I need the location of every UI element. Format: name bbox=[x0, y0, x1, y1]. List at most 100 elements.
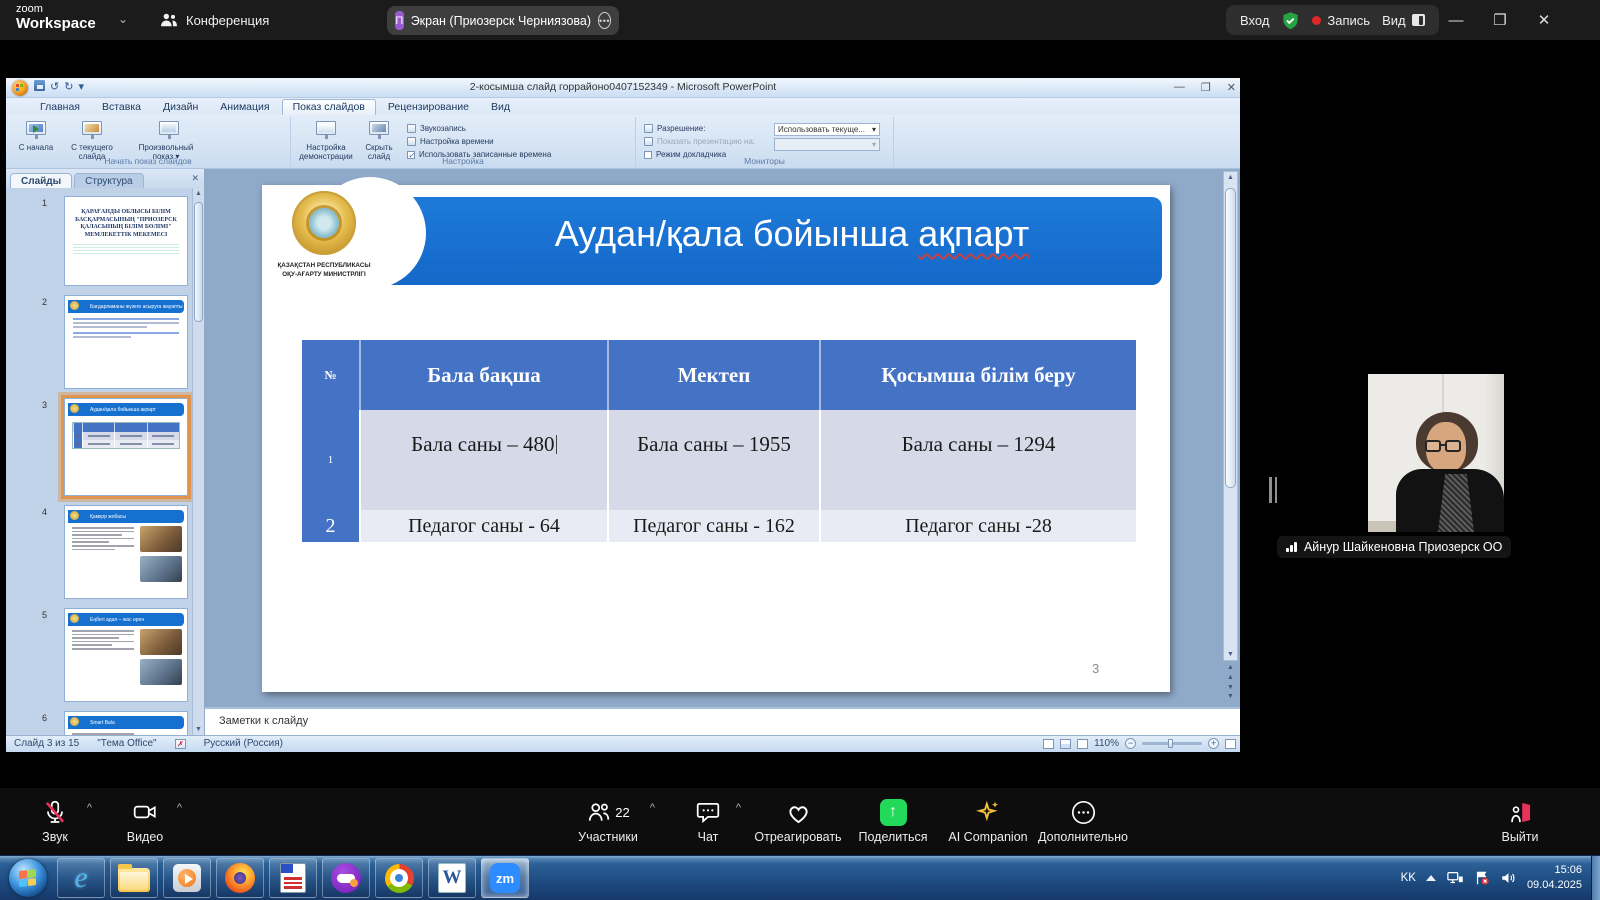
notes-pane[interactable]: Заметки к слайду bbox=[205, 707, 1240, 735]
participant-video-tile[interactable] bbox=[1368, 374, 1504, 532]
slide-thumbnail-5[interactable]: Еңбегі адал – жас өрен bbox=[64, 608, 188, 702]
slide-scrollbar[interactable]: ▲ ▼ bbox=[1223, 171, 1238, 661]
tab-glavnaya[interactable]: Главная bbox=[30, 100, 90, 115]
restore-button[interactable]: ❐ bbox=[1478, 11, 1522, 29]
ppt-close-button[interactable]: ✕ bbox=[1227, 81, 1236, 94]
taskbar-document-app[interactable] bbox=[269, 858, 317, 898]
rehearse-timings-option[interactable]: Настройка времени bbox=[407, 135, 551, 148]
normal-view-icon[interactable] bbox=[1043, 739, 1054, 749]
row1-num[interactable]: 1 bbox=[302, 410, 360, 510]
screen-tab-more-icon[interactable]: ••• bbox=[598, 12, 611, 29]
start-button[interactable] bbox=[4, 858, 52, 898]
pane-scrollbar[interactable]: ▲ ▼ bbox=[192, 188, 204, 735]
previous-slide-button[interactable]: ▲▲ bbox=[1223, 663, 1238, 683]
chat-chevron-icon[interactable]: ^ bbox=[736, 802, 741, 814]
speaker-icon[interactable] bbox=[1500, 870, 1517, 886]
react-button[interactable]: Отреагировать bbox=[743, 796, 853, 844]
zoom-in-button[interactable]: + bbox=[1208, 738, 1219, 749]
slide-thumbnail-6[interactable]: Smart Bala bbox=[64, 711, 188, 735]
minimize-button[interactable]: — bbox=[1434, 12, 1478, 29]
video-chevron-icon[interactable]: ^ bbox=[177, 802, 182, 814]
participants-button[interactable]: 22 ^ Участники bbox=[553, 796, 663, 844]
row1-kindergarten[interactable]: Бала саны – 480 bbox=[360, 410, 608, 510]
workspace-chevron-icon[interactable]: ⌄ bbox=[118, 12, 128, 26]
pane-scroll-thumb[interactable] bbox=[194, 202, 203, 322]
slide-table[interactable]: № Бала бақша Мектеп Қосымша білім беру 1… bbox=[302, 340, 1136, 542]
taskbar-internet-explorer[interactable]: e bbox=[57, 858, 105, 898]
slide-thumbnail-4[interactable]: Қамқор жобасы bbox=[64, 505, 188, 599]
tab-vstavka[interactable]: Вставка bbox=[92, 100, 151, 115]
slide-scroll-thumb[interactable] bbox=[1225, 188, 1236, 488]
taskbar-firefox[interactable] bbox=[216, 858, 264, 898]
taskbar-word[interactable]: W bbox=[428, 858, 476, 898]
ai-companion-button[interactable]: AI Companion bbox=[933, 796, 1043, 844]
network-icon[interactable] bbox=[1446, 870, 1464, 886]
tab-dizayn[interactable]: Дизайн bbox=[153, 100, 208, 115]
slide-thumbnail-1[interactable]: ҚАРАҒАНДЫ ОБЛЫСЫ БІЛІМ БАСҚАРМАСЫНЫҢ "ПР… bbox=[64, 196, 188, 286]
shared-screen-tab[interactable]: П Экран (Приозерск Черниязова) ••• bbox=[387, 6, 619, 35]
header-cell-school[interactable]: Мектеп bbox=[608, 340, 820, 410]
tab-vid[interactable]: Вид bbox=[481, 100, 520, 115]
row1-additional[interactable]: Бала саны – 1294 bbox=[820, 410, 1136, 510]
language-indicator[interactable]: KK bbox=[1401, 872, 1416, 884]
zoom-level[interactable]: 110% bbox=[1094, 738, 1119, 749]
row1-school[interactable]: Бала саны – 1955 bbox=[608, 410, 820, 510]
next-slide-button[interactable]: ▼▼ bbox=[1223, 683, 1238, 703]
close-button[interactable]: ✕ bbox=[1522, 11, 1566, 29]
slideshow-view-icon[interactable] bbox=[1077, 739, 1088, 749]
ppt-restore-button[interactable]: ❐ bbox=[1201, 81, 1211, 94]
sound-record-option[interactable]: Звукозапись bbox=[407, 122, 551, 135]
zoom-out-button[interactable]: − bbox=[1125, 738, 1136, 749]
header-cell-additional[interactable]: Қосымша білім беру bbox=[820, 340, 1136, 410]
encryption-shield-icon[interactable] bbox=[1281, 11, 1300, 30]
slide-thumbnail-3-selected[interactable]: Аудан/қала бойынша ақпарт bbox=[64, 398, 188, 496]
leave-button[interactable]: Выйти bbox=[1465, 796, 1575, 844]
recording-indicator[interactable]: Запись bbox=[1312, 13, 1370, 28]
tab-outline[interactable]: Структура bbox=[74, 173, 143, 188]
resolution-dropdown[interactable]: Использовать текуще... ▾ bbox=[774, 123, 880, 136]
fit-to-window-icon[interactable] bbox=[1225, 739, 1236, 749]
taskbar-mask-app[interactable] bbox=[322, 858, 370, 898]
slide-title[interactable]: Аудан/қала бойынша ақпарт bbox=[432, 213, 1152, 255]
slide-canvas[interactable]: ҚАЗАҚСТАН РЕСПУБЛИКАСЫ ОҚУ-АҒАРТУ МИНИСТ… bbox=[262, 185, 1170, 692]
slide-scroll-down-icon[interactable]: ▼ bbox=[1224, 651, 1237, 658]
pane-close-icon[interactable]: ✕ bbox=[191, 173, 199, 184]
show-desktop-button[interactable] bbox=[1591, 856, 1600, 900]
tab-animatsiya[interactable]: Анимация bbox=[210, 100, 279, 115]
row2-kindergarten[interactable]: Педагог саны - 64 bbox=[360, 510, 608, 542]
zoom-workspace-logo[interactable]: zoom Workspace bbox=[16, 4, 96, 31]
pane-scroll-up-icon[interactable]: ▲ bbox=[193, 190, 204, 197]
taskbar-chrome[interactable] bbox=[375, 858, 423, 898]
row2-num[interactable]: 2 bbox=[302, 510, 360, 542]
tray-expand-icon[interactable] bbox=[1426, 875, 1436, 881]
row2-additional[interactable]: Педагог саны -28 bbox=[820, 510, 1136, 542]
row2-school[interactable]: Педагог саны - 162 bbox=[608, 510, 820, 542]
zoom-slider[interactable] bbox=[1142, 742, 1202, 745]
status-language[interactable]: Русский (Россия) bbox=[204, 738, 283, 749]
pane-scroll-down-icon[interactable]: ▼ bbox=[193, 726, 204, 733]
tab-pokaz-slaydov[interactable]: Показ слайдов bbox=[282, 99, 376, 115]
view-button[interactable]: Вид bbox=[1382, 13, 1425, 28]
slide-scroll-up-icon[interactable]: ▲ bbox=[1224, 174, 1237, 181]
taskbar-media-player[interactable] bbox=[163, 858, 211, 898]
header-cell-kindergarten[interactable]: Бала бақша bbox=[360, 340, 608, 410]
video-button[interactable]: ^ Видео bbox=[90, 796, 200, 844]
from-start-button[interactable]: С начала bbox=[10, 120, 62, 153]
signin-button[interactable]: Вход bbox=[1240, 13, 1269, 28]
share-button[interactable]: ↑ Поделиться bbox=[838, 796, 948, 844]
taskbar-zoom-active[interactable]: zm bbox=[481, 858, 529, 898]
meeting-tab[interactable]: Конференция bbox=[160, 8, 269, 32]
action-center-flag-icon[interactable] bbox=[1474, 870, 1490, 886]
zoom-slider-knob[interactable] bbox=[1168, 739, 1173, 748]
tab-slides[interactable]: Слайды bbox=[10, 173, 72, 188]
header-cell-num[interactable]: № bbox=[302, 340, 360, 410]
slide-thumbnail-2[interactable]: Бағдарламаны жүзеге асыруға жауапты мама… bbox=[64, 295, 188, 389]
slide-nav-buttons[interactable]: ▲▲ ▼▼ bbox=[1223, 663, 1238, 702]
tab-retsenzirovanie[interactable]: Рецензирование bbox=[378, 100, 479, 115]
slide-sorter-view-icon[interactable] bbox=[1060, 739, 1071, 749]
panel-drag-handle[interactable] bbox=[1269, 477, 1277, 503]
taskbar-clock[interactable]: 15:06 09.04.2025 bbox=[1527, 863, 1582, 893]
spellcheck-icon[interactable]: ✗ bbox=[175, 739, 186, 749]
ppt-minimize-button[interactable]: — bbox=[1174, 81, 1185, 94]
taskbar-file-explorer[interactable] bbox=[110, 858, 158, 898]
